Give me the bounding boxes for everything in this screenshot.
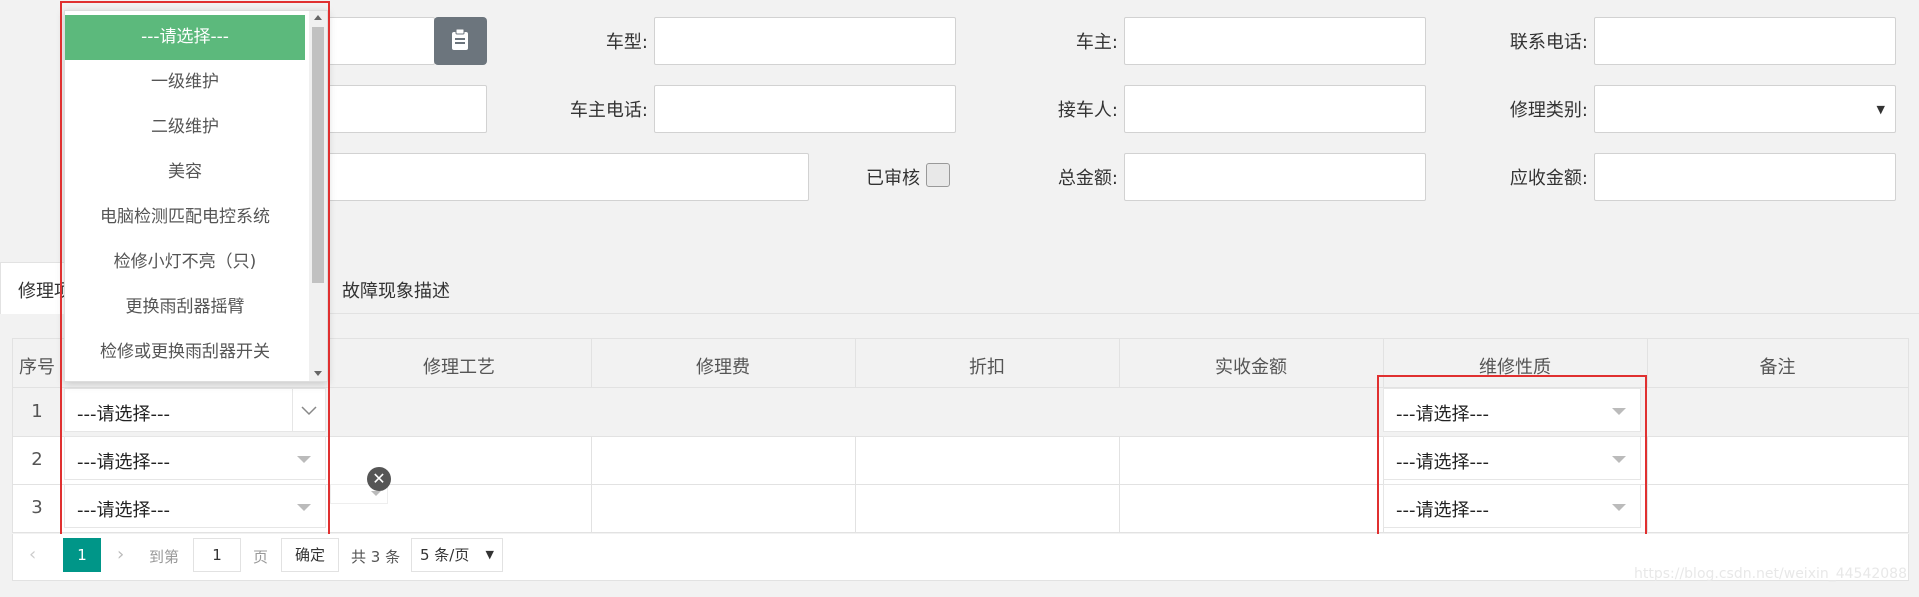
receiver-label: 接车人: xyxy=(1057,100,1118,121)
row-index: 1 xyxy=(31,401,43,422)
owner-field[interactable] xyxy=(1124,17,1426,65)
repair-category-label: 修理类别: xyxy=(1509,100,1588,121)
row-index: 3 xyxy=(31,497,43,518)
watermark: https://blog.csdn.net/weixin_44542088 xyxy=(1633,566,1907,582)
contact-phone-field[interactable] xyxy=(1594,17,1896,65)
dropdown-arrow-icon: ▼ xyxy=(485,548,494,561)
highlight-box xyxy=(1377,375,1647,550)
total-count: 共 3 条 xyxy=(351,548,401,566)
header-index: 序号 xyxy=(19,357,55,378)
dropdown-arrow-icon xyxy=(371,491,381,496)
car-type-field[interactable] xyxy=(654,17,956,65)
highlight-box xyxy=(60,1,330,538)
dropdown-arrow-icon: ▼ xyxy=(1876,103,1885,116)
clipboard-button[interactable] xyxy=(434,17,487,65)
header-repair-process: 修理工艺 xyxy=(423,357,495,378)
page-current[interactable]: 1 xyxy=(63,538,101,572)
page-unit-label: 页 xyxy=(253,548,269,566)
goto-label: 到第 xyxy=(149,548,180,566)
header-remark: 备注 xyxy=(1759,357,1796,378)
contact-phone-label: 联系电话: xyxy=(1509,32,1588,53)
pagination: ‹ 1 › 到第 1 页 确定 共 3 条 5 条/页 ▼ xyxy=(12,534,1909,581)
clipboard-icon xyxy=(452,29,468,50)
total-amount-label: 总金额: xyxy=(1057,168,1118,189)
prev-page-icon[interactable]: ‹ xyxy=(29,544,36,565)
address-field[interactable] xyxy=(300,153,809,201)
tab-fault-description[interactable]: 故障现象描述 xyxy=(342,277,450,303)
audited-checkbox[interactable] xyxy=(926,163,950,187)
receivable-field[interactable] xyxy=(1594,153,1896,201)
page-input[interactable]: 1 xyxy=(193,538,241,572)
next-page-icon[interactable]: › xyxy=(117,544,124,565)
repair-category-select[interactable]: ▼ xyxy=(1594,85,1896,133)
page-size-select[interactable]: 5 条/页 ▼ xyxy=(411,538,503,572)
receiver-field[interactable] xyxy=(1124,85,1426,133)
close-icon[interactable]: ✕ xyxy=(367,467,391,491)
audited-label: 已审核 xyxy=(866,168,920,189)
receivable-label: 应收金额: xyxy=(1509,168,1588,189)
header-repair-fee: 修理费 xyxy=(696,357,750,378)
confirm-button[interactable]: 确定 xyxy=(281,538,339,572)
header-discount: 折扣 xyxy=(969,357,1005,378)
owner-label: 车主: xyxy=(1075,32,1118,53)
header-actual-amount: 实收金额 xyxy=(1215,357,1287,378)
owner-phone-field[interactable] xyxy=(654,85,956,133)
row-index: 2 xyxy=(31,449,43,470)
total-amount-field[interactable] xyxy=(1124,153,1426,201)
car-type-label: 车型: xyxy=(605,32,648,53)
owner-phone-label: 车主电话: xyxy=(569,100,648,121)
